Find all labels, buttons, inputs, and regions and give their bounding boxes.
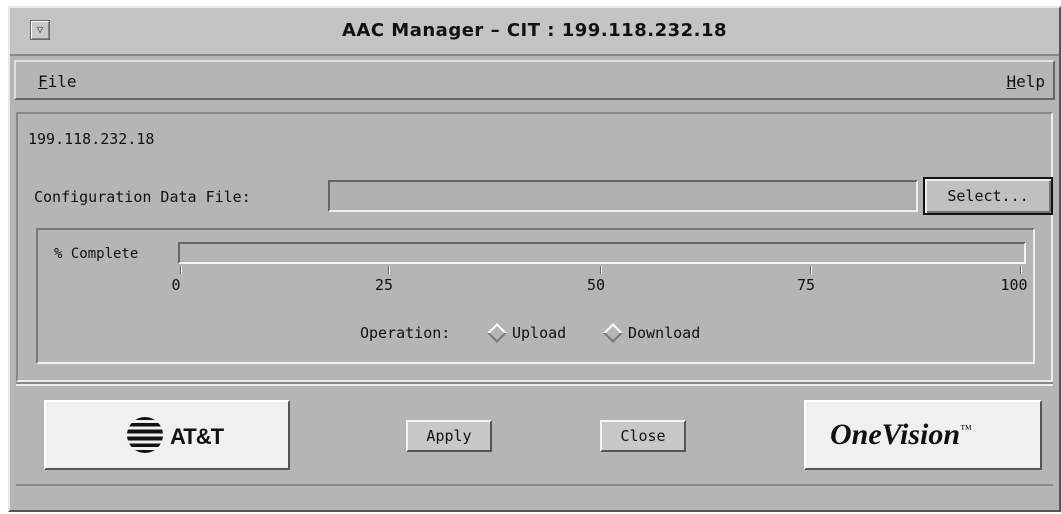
onevision-logo: OneVision™ bbox=[804, 400, 1042, 470]
config-file-label: Configuration Data File: bbox=[34, 188, 251, 206]
aac-manager-window: ▽ AAC Manager – CIT : 199.118.232.18 Fil… bbox=[8, 6, 1061, 512]
help-label-rest: elp bbox=[1016, 72, 1045, 91]
divider bbox=[16, 382, 1053, 386]
help-mnemonic: H bbox=[1006, 72, 1017, 91]
progress-tick-0 bbox=[180, 266, 182, 274]
operation-label: Operation: bbox=[360, 324, 451, 342]
apply-button[interactable]: Apply bbox=[406, 420, 492, 452]
window-title: AAC Manager – CIT : 199.118.232.18 bbox=[341, 20, 728, 41]
select-file-button[interactable]: Select... bbox=[923, 177, 1053, 215]
tick-label-50: 50 bbox=[586, 276, 606, 294]
att-logo: AT&T bbox=[44, 400, 290, 470]
progress-tick-100 bbox=[1020, 266, 1022, 274]
menu-help[interactable]: Help bbox=[1006, 72, 1045, 91]
config-file-input[interactable] bbox=[328, 180, 918, 212]
file-label-rest: ile bbox=[47, 72, 77, 91]
att-globe-icon bbox=[127, 417, 163, 453]
tick-label-25: 25 bbox=[374, 276, 394, 294]
onevision-logo-text: OneVision™ bbox=[830, 418, 972, 452]
bottom-strip bbox=[16, 484, 1053, 486]
menu-file[interactable]: File bbox=[38, 72, 77, 91]
progress-tick-25 bbox=[388, 266, 390, 274]
progress-tick-50 bbox=[600, 266, 602, 274]
progress-bar bbox=[178, 242, 1026, 264]
upload-radio-label[interactable]: Upload bbox=[512, 324, 566, 342]
percent-complete-label: % Complete bbox=[54, 246, 139, 262]
file-mnemonic: F bbox=[38, 72, 48, 91]
desktop-edge bbox=[0, 10, 8, 510]
download-radio-label[interactable]: Download bbox=[628, 324, 700, 342]
host-address: 199.118.232.18 bbox=[28, 130, 155, 148]
menu-bar: File Help bbox=[14, 60, 1055, 100]
tick-label-75: 75 bbox=[796, 276, 816, 294]
onevision-name: OneVision bbox=[830, 418, 961, 451]
progress-tick-75 bbox=[810, 266, 812, 274]
onevision-tm: ™ bbox=[960, 422, 972, 436]
att-logo-text: AT&T bbox=[170, 424, 224, 449]
title-bar[interactable]: ▽ AAC Manager – CIT : 199.118.232.18 bbox=[10, 8, 1059, 56]
close-button[interactable]: Close bbox=[600, 420, 686, 452]
tick-label-0: 0 bbox=[171, 276, 181, 294]
tick-label-100: 100 bbox=[1000, 276, 1028, 294]
